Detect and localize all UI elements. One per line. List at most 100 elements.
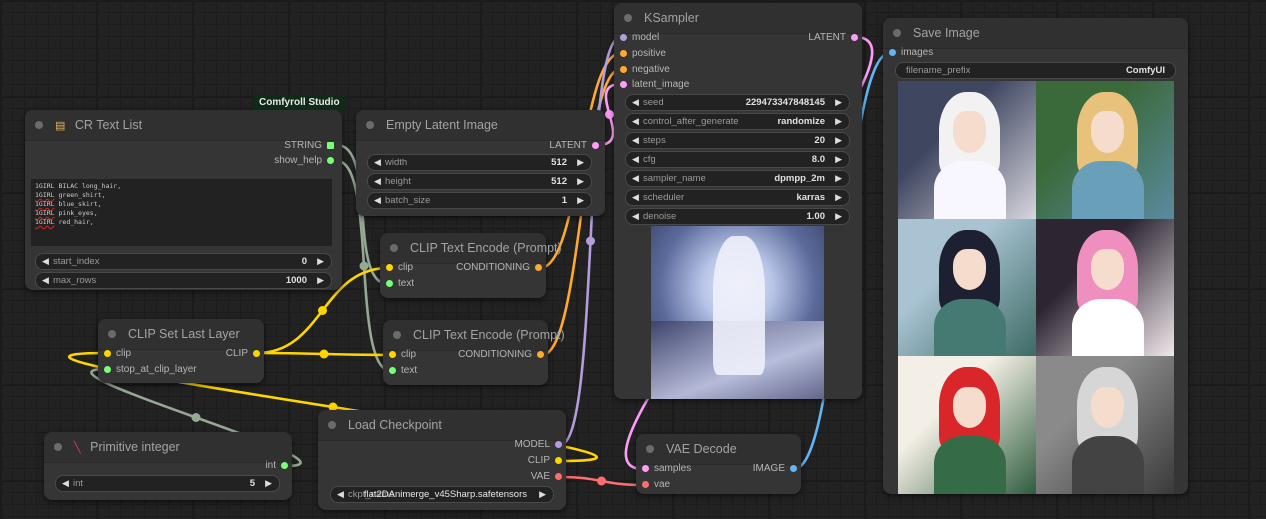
wire-vae[interactable] — [559, 475, 644, 487]
input-stop-at-clip-layer[interactable]: stop_at_clip_layer — [100, 363, 197, 377]
decrement-arrow-icon[interactable]: ◀ — [42, 273, 49, 288]
collapse-dot[interactable] — [328, 421, 336, 429]
pin-dot[interactable] — [537, 351, 544, 358]
widget-scheduler[interactable]: ◀ scheduler karras ▶ — [625, 189, 850, 206]
collapse-dot[interactable] — [35, 121, 43, 129]
node-clip-text-encode-2[interactable]: CLIP Text Encode (Prompt) clip text COND… — [383, 320, 565, 385]
collapse-dot[interactable] — [893, 29, 901, 37]
output-image[interactable]: IMAGE — [753, 462, 799, 476]
pin-dot[interactable] — [555, 457, 562, 464]
node-title[interactable]: CLIP Text Encode (Prompt) — [383, 320, 565, 351]
input-text[interactable]: text — [385, 364, 417, 378]
wire-clip-encode2[interactable] — [256, 351, 392, 357]
node-empty-latent-image[interactable]: Empty Latent Image LATENT ◀ width 512 ▶ … — [356, 110, 605, 216]
pin-dot[interactable] — [790, 465, 797, 472]
input-positive[interactable]: positive — [616, 47, 666, 61]
node-title[interactable]: ╲ Primitive integer — [44, 432, 292, 463]
collapse-dot[interactable] — [646, 445, 654, 453]
collapse-dot[interactable] — [393, 331, 401, 339]
collapse-dot[interactable] — [108, 330, 116, 338]
text-input-area[interactable]: 1GIRL BILAC long_hair, 1GIRL green_shirt,… — [31, 179, 332, 246]
input-clip[interactable]: clip — [385, 348, 416, 362]
pin-dot[interactable] — [555, 473, 562, 480]
node-vae-decode[interactable]: VAE Decode samples vae IMAGE — [636, 434, 801, 494]
wire-clip-encode2-midpoint[interactable] — [319, 349, 329, 359]
node-title[interactable]: CLIP Text Encode (Prompt) — [380, 233, 562, 264]
node-clip-set-last-layer[interactable]: CLIP Set Last Layer clip stop_at_clip_la… — [98, 319, 264, 383]
input-negative[interactable]: negative — [616, 63, 670, 77]
decrement-arrow-icon[interactable]: ◀ — [632, 190, 639, 205]
pin-dot[interactable] — [386, 280, 393, 287]
input-latent-image[interactable]: latent_image — [616, 78, 689, 92]
widget-start-index[interactable]: ◀ start_index 0 ▶ — [35, 253, 332, 270]
widget-ckpt-name[interactable]: ◀ ckpt_name flat2DAnimerge_v45Sharp.safe… — [330, 486, 554, 503]
increment-arrow-icon[interactable]: ▶ — [835, 152, 842, 167]
increment-arrow-icon[interactable]: ▶ — [539, 487, 546, 502]
collapse-dot[interactable] — [624, 14, 632, 22]
decrement-arrow-icon[interactable]: ◀ — [632, 114, 639, 129]
grid-pin-icon[interactable] — [327, 142, 334, 149]
pin-dot[interactable] — [555, 441, 562, 448]
pin-dot[interactable] — [620, 81, 627, 88]
wire-vae-midpoint[interactable] — [597, 476, 606, 486]
node-load-checkpoint[interactable]: Load Checkpoint MODEL CLIP VAE ◀ ckpt_na… — [318, 410, 566, 510]
output-int[interactable]: int — [265, 459, 290, 473]
collapse-dot[interactable] — [366, 121, 374, 129]
decrement-arrow-icon[interactable]: ◀ — [374, 155, 381, 170]
increment-arrow-icon[interactable]: ▶ — [835, 209, 842, 224]
decrement-arrow-icon[interactable]: ◀ — [337, 487, 344, 502]
widget-seed[interactable]: ◀ seed 229473347848145 ▶ — [625, 94, 850, 111]
node-ksampler[interactable]: KSampler model positive negative latent_… — [614, 3, 862, 399]
pin-dot[interactable] — [327, 157, 334, 164]
widget-filename-prefix[interactable]: filename_prefix ComfyUI — [895, 62, 1176, 79]
node-save-image[interactable]: Save Image images filename_prefix ComfyU… — [883, 18, 1188, 495]
output-latent[interactable]: LATENT — [549, 139, 601, 153]
wire-clip-encode1-midpoint[interactable] — [318, 306, 327, 315]
node-title[interactable]: Empty Latent Image — [356, 110, 605, 141]
node-title[interactable]: KSampler — [614, 3, 862, 34]
generated-image[interactable] — [898, 218, 1036, 357]
pin-dot[interactable] — [642, 481, 649, 488]
input-images[interactable]: images — [885, 46, 933, 60]
output-vae[interactable]: VAE — [531, 470, 564, 484]
increment-arrow-icon[interactable]: ▶ — [835, 114, 842, 129]
widget-int[interactable]: ◀ int 5 ▶ — [55, 475, 280, 492]
generated-image[interactable] — [898, 81, 1036, 219]
node-title[interactable]: Save Image — [883, 18, 1188, 49]
decrement-arrow-icon[interactable]: ◀ — [374, 193, 381, 208]
input-model[interactable]: model — [616, 31, 659, 45]
pin-dot[interactable] — [389, 351, 396, 358]
decrement-arrow-icon[interactable]: ◀ — [632, 95, 639, 110]
widget-max-rows[interactable]: ◀ max_rows 1000 ▶ — [35, 272, 332, 289]
pin-dot[interactable] — [281, 462, 288, 469]
collapse-dot[interactable] — [390, 244, 398, 252]
pin-dot[interactable] — [620, 34, 627, 41]
increment-arrow-icon[interactable]: ▶ — [265, 476, 272, 491]
widget-control-after-generate[interactable]: ◀ control_after_generate randomize ▶ — [625, 113, 850, 130]
input-clip[interactable]: clip — [382, 261, 413, 275]
pin-dot[interactable] — [389, 367, 396, 374]
generated-image[interactable] — [1036, 218, 1174, 357]
decrement-arrow-icon[interactable]: ◀ — [42, 254, 49, 269]
output-clip[interactable]: CLIP — [528, 454, 564, 468]
node-primitive-integer[interactable]: ╲ Primitive integer int ◀ int 5 ▶ — [44, 432, 292, 500]
generated-image[interactable] — [1036, 81, 1174, 219]
pin-dot[interactable] — [592, 142, 599, 149]
pin-dot[interactable] — [104, 366, 111, 373]
decrement-arrow-icon[interactable]: ◀ — [374, 174, 381, 189]
widget-steps[interactable]: ◀ steps 20 ▶ — [625, 132, 850, 149]
pin-dot[interactable] — [620, 66, 627, 73]
output-conditioning[interactable]: CONDITIONING — [456, 261, 544, 275]
input-clip[interactable]: clip — [100, 347, 131, 361]
widget-denoise[interactable]: ◀ denoise 1.00 ▶ — [625, 208, 850, 225]
increment-arrow-icon[interactable]: ▶ — [577, 155, 584, 170]
collapse-dot[interactable] — [54, 443, 62, 451]
decrement-arrow-icon[interactable]: ◀ — [632, 209, 639, 224]
pin-dot[interactable] — [253, 350, 260, 357]
widget-sampler-name[interactable]: ◀ sampler_name dpmpp_2m ▶ — [625, 170, 850, 187]
generated-image[interactable] — [1036, 356, 1174, 495]
wire-model[interactable] — [559, 35, 622, 447]
output-string[interactable]: STRING — [284, 139, 336, 153]
node-clip-text-encode-1[interactable]: CLIP Text Encode (Prompt) clip text COND… — [380, 233, 562, 298]
node-title[interactable]: VAE Decode — [636, 434, 801, 465]
